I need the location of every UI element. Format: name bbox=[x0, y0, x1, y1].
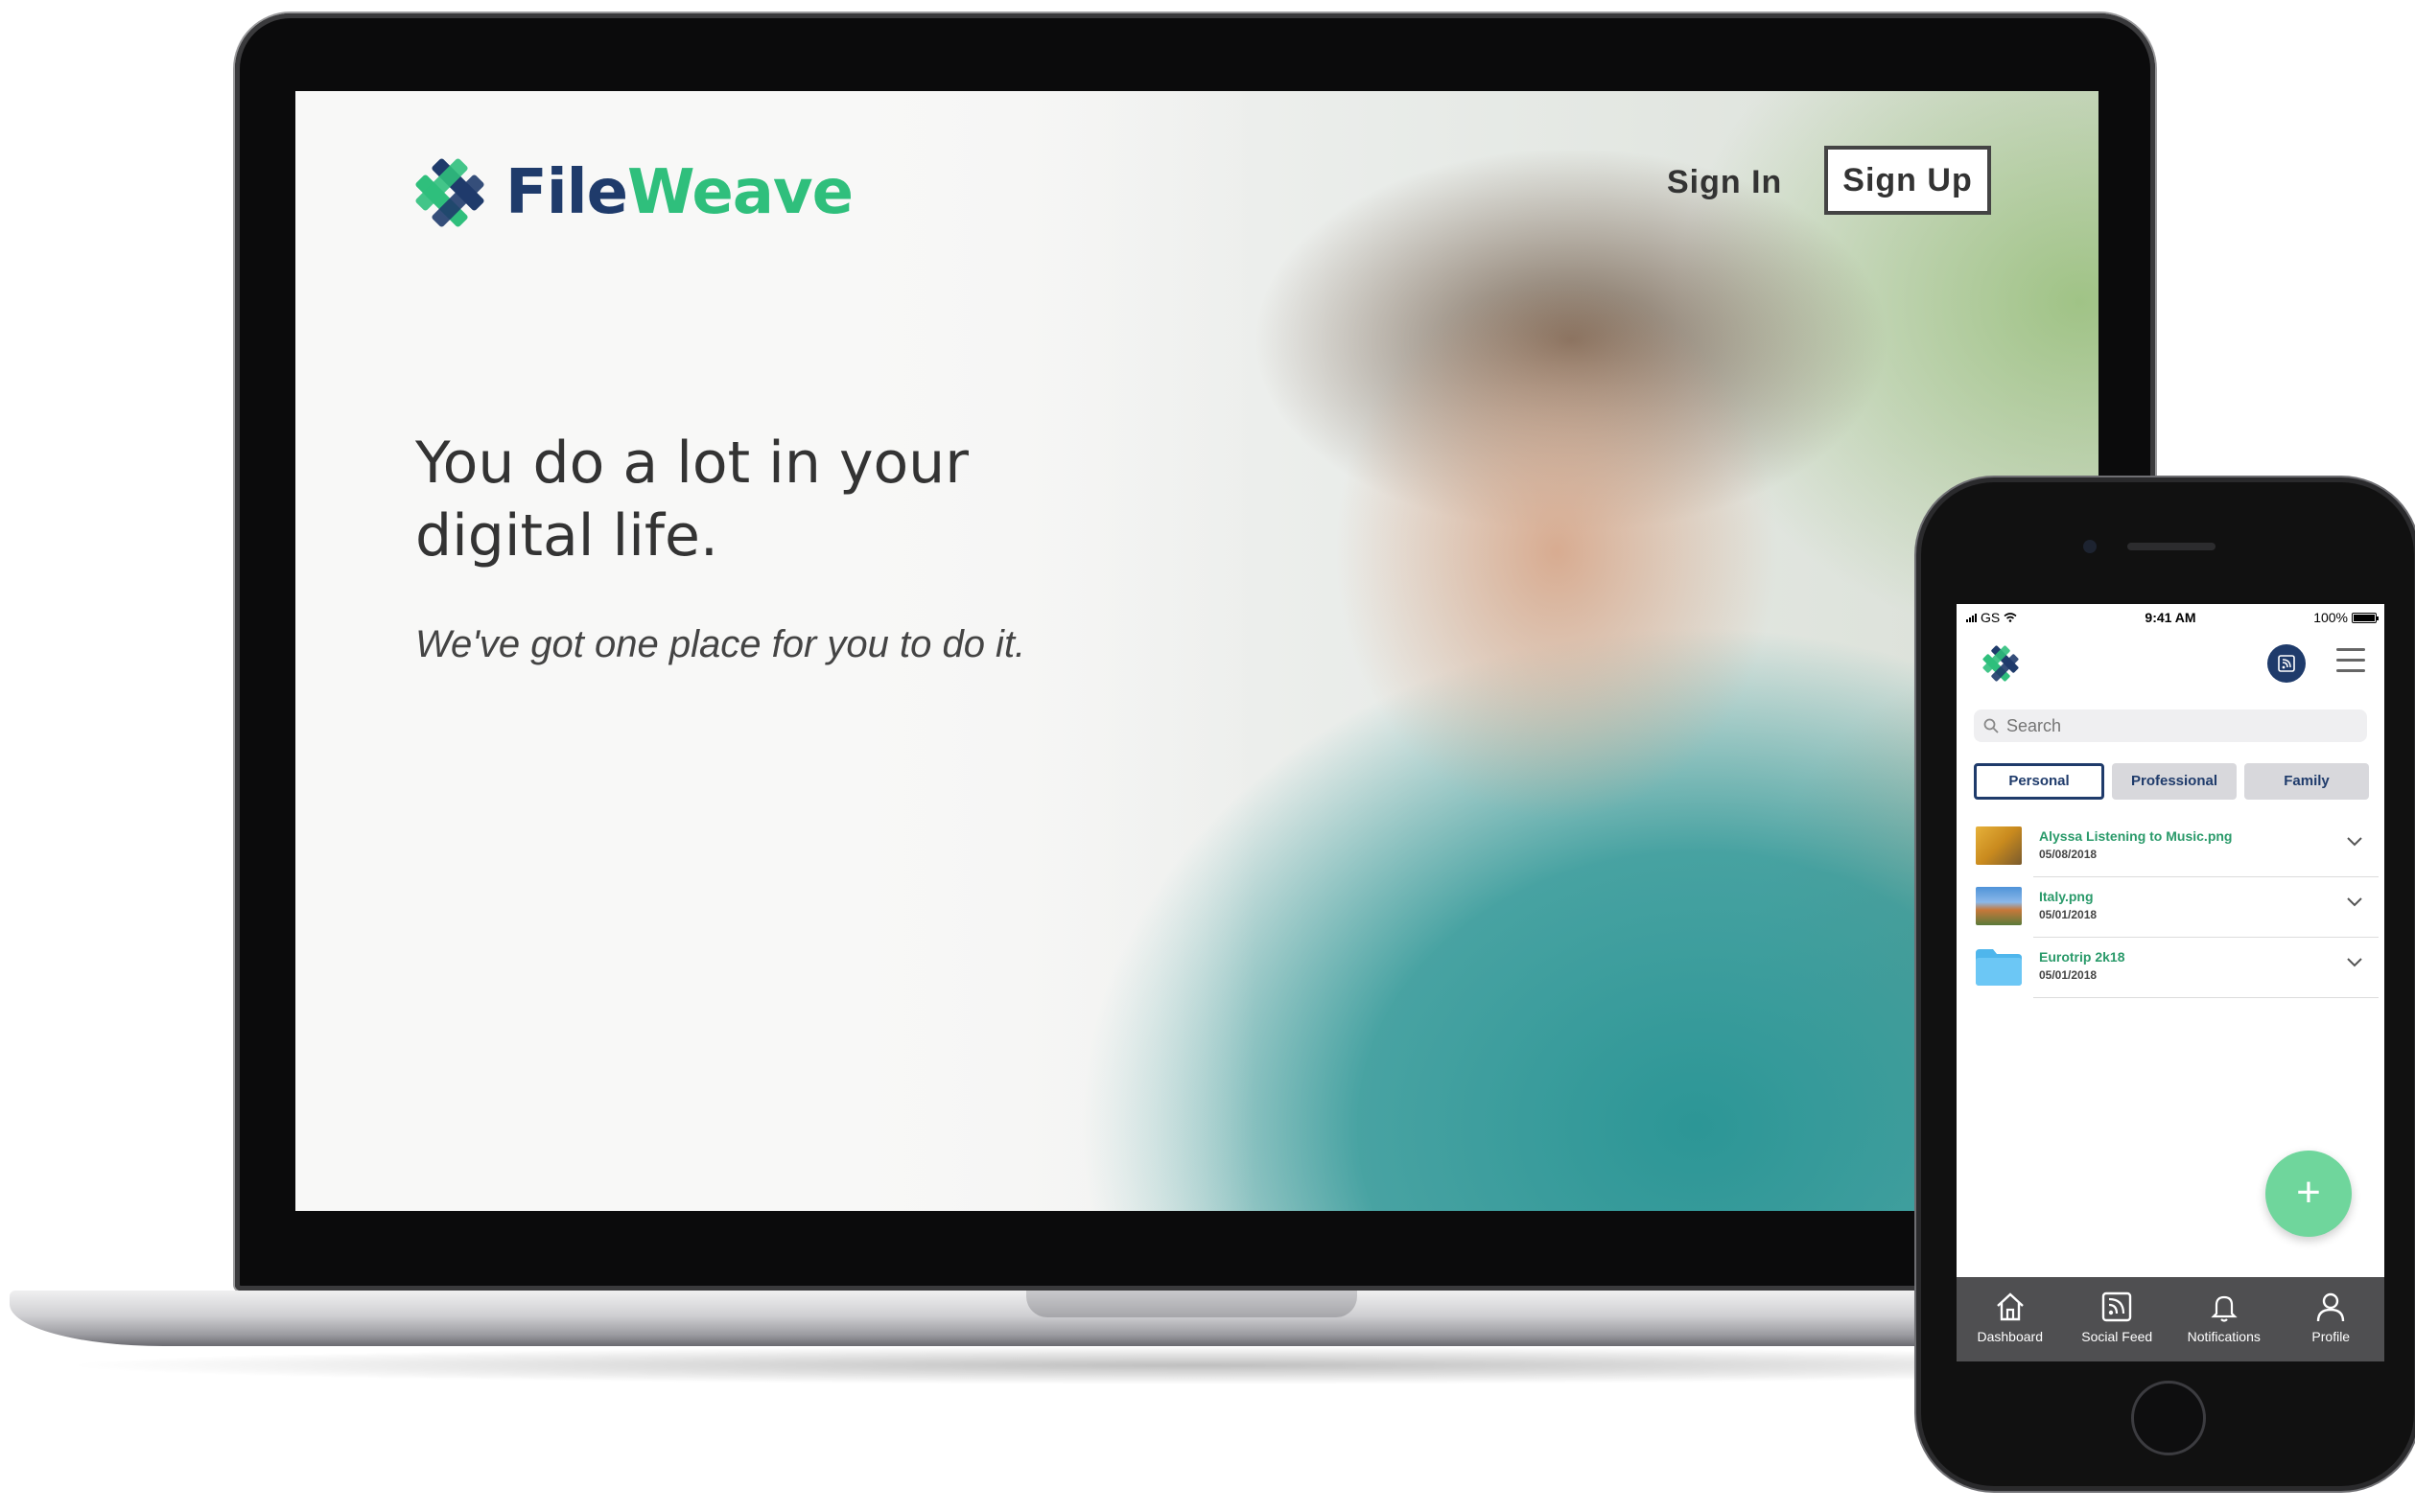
hero-subtitle: We've got one place for you to do it. bbox=[415, 623, 1026, 665]
social-feed-button[interactable] bbox=[2267, 644, 2306, 683]
segment-control: Personal Professional Family bbox=[1974, 763, 2369, 800]
battery-icon bbox=[2352, 612, 2379, 623]
file-name: Alyssa Listening to Music.png bbox=[2039, 828, 2233, 844]
feed-icon bbox=[2278, 655, 2295, 672]
fileweave-logo-icon bbox=[415, 158, 484, 227]
tab-social-feed[interactable]: Social Feed bbox=[2064, 1277, 2171, 1361]
brand-name-part2: Weave bbox=[627, 157, 854, 228]
tab-dashboard[interactable]: Dashboard bbox=[1957, 1277, 2064, 1361]
segment-family[interactable]: Family bbox=[2244, 763, 2369, 800]
chevron-down-icon[interactable] bbox=[2346, 836, 2363, 848]
tab-bar: Dashboard Social Feed Notifications Prof… bbox=[1957, 1277, 2384, 1361]
add-file-button[interactable]: + bbox=[2265, 1151, 2352, 1237]
phone-home-button[interactable] bbox=[2131, 1381, 2206, 1455]
tab-profile[interactable]: Profile bbox=[2278, 1277, 2385, 1361]
image-thumbnail bbox=[1976, 826, 2022, 865]
tab-notifications[interactable]: Notifications bbox=[2170, 1277, 2278, 1361]
profile-icon bbox=[2317, 1292, 2345, 1322]
sign-up-button[interactable]: Sign Up bbox=[1824, 146, 1991, 215]
file-list: Alyssa Listening to Music.png 05/08/2018… bbox=[1957, 817, 2384, 998]
tab-label: Dashboard bbox=[1977, 1329, 2044, 1344]
image-thumbnail bbox=[1976, 887, 2022, 925]
list-item[interactable]: Alyssa Listening to Music.png 05/08/2018 bbox=[1957, 817, 2384, 877]
bell-icon bbox=[2211, 1295, 2238, 1322]
hero-title: You do a lot in your digital life. bbox=[415, 430, 969, 570]
app-logo-icon[interactable] bbox=[1978, 640, 2024, 686]
chevron-down-icon[interactable] bbox=[2346, 896, 2363, 908]
brand-name: FileWeave bbox=[505, 157, 854, 228]
battery-percent: 100% bbox=[2313, 610, 2348, 625]
brand-logo[interactable]: FileWeave bbox=[406, 149, 854, 237]
segment-professional[interactable]: Professional bbox=[2112, 763, 2237, 800]
status-bar: GS 9:41 AM 100% bbox=[1957, 604, 2384, 631]
file-name: Italy.png bbox=[2039, 889, 2094, 904]
home-icon bbox=[1996, 1292, 2024, 1321]
laptop-screen: FileWeave Sign In Sign Up You do a lot i… bbox=[295, 91, 2098, 1211]
phone-screen: GS 9:41 AM 100% Personal Professional bbox=[1957, 604, 2384, 1361]
laptop-notch bbox=[1026, 1291, 1357, 1317]
search-icon bbox=[1983, 718, 1999, 733]
tab-label: Profile bbox=[2311, 1329, 2351, 1344]
search-bar[interactable] bbox=[1974, 709, 2367, 742]
file-name: Eurotrip 2k18 bbox=[2039, 949, 2125, 965]
app-header bbox=[1957, 637, 2384, 690]
tab-label: Notifications bbox=[2187, 1329, 2261, 1344]
feed-icon bbox=[2102, 1291, 2132, 1322]
list-item[interactable]: Eurotrip 2k18 05/01/2018 bbox=[1957, 938, 2384, 998]
folder-icon bbox=[1976, 949, 2022, 986]
tab-label: Social Feed bbox=[2081, 1329, 2153, 1344]
sign-in-link[interactable]: Sign In bbox=[1667, 149, 1782, 216]
brand-name-part1: File bbox=[505, 157, 628, 228]
file-date: 05/01/2018 bbox=[2039, 908, 2098, 921]
phone-speaker bbox=[2127, 543, 2216, 550]
hamburger-menu-icon[interactable] bbox=[2336, 648, 2365, 675]
status-right: 100% bbox=[2313, 610, 2379, 625]
file-date: 05/01/2018 bbox=[2039, 968, 2098, 982]
segment-personal[interactable]: Personal bbox=[1974, 763, 2104, 800]
search-input[interactable] bbox=[2006, 715, 2333, 736]
phone-camera bbox=[2083, 540, 2097, 553]
file-date: 05/08/2018 bbox=[2039, 848, 2098, 861]
chevron-down-icon[interactable] bbox=[2346, 957, 2363, 968]
list-item[interactable]: Italy.png 05/01/2018 bbox=[1957, 877, 2384, 938]
